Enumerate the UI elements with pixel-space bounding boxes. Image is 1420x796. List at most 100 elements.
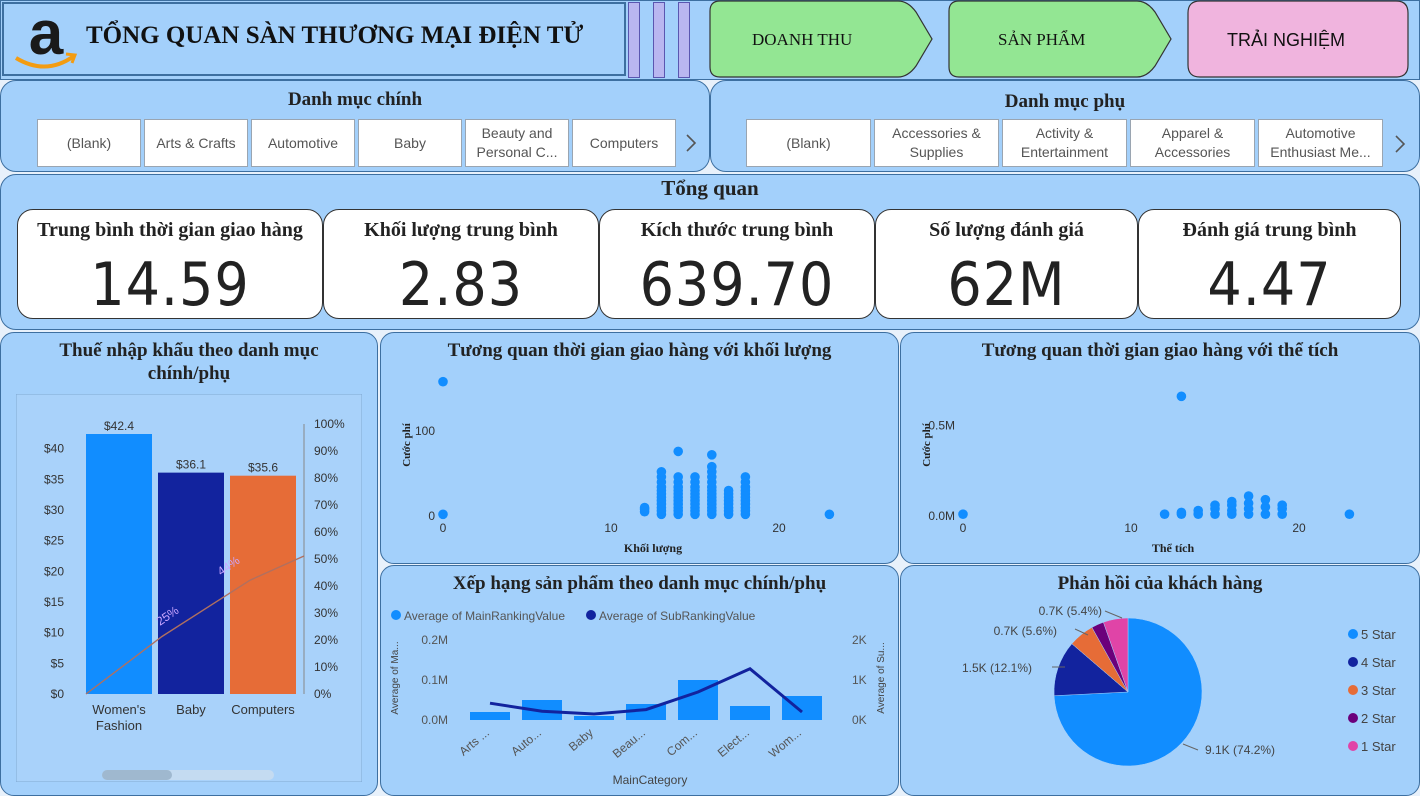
- kpi-label: Kích thước trung bình: [640, 219, 834, 241]
- slicer-item[interactable]: Baby: [358, 119, 462, 167]
- slicer-item[interactable]: Computers: [572, 119, 676, 167]
- legend-marker: [1348, 741, 1358, 751]
- chart-title: Phản hồi của khách hàng: [1057, 573, 1263, 594]
- data-label: $42.4: [104, 419, 134, 433]
- scatter-point: [673, 472, 683, 482]
- y2-tick-label: 20%: [314, 633, 338, 647]
- scatter-weight-chart: Cước phí 0 100 0 10 20 Khối lượng: [401, 376, 835, 555]
- x-axis-title: MainCategory: [613, 773, 688, 787]
- y-tick-label: $5: [51, 656, 65, 670]
- kpi-card-review-count: Số lượng đánh giá 62M: [875, 209, 1138, 320]
- slicer-item[interactable]: (Blank): [37, 119, 141, 167]
- y2-tick-label: 70%: [314, 498, 338, 512]
- overview-title: Tổng quan: [661, 176, 759, 200]
- slicer-item[interactable]: Accessories & Supplies: [874, 119, 999, 167]
- y2-tick-label: 2K: [852, 633, 867, 647]
- slicer-item[interactable]: Beauty and Personal C...: [465, 119, 569, 167]
- scatter-point: [1159, 509, 1170, 519]
- chart-title: Thuế nhập khẩu theo danh mục chính/phụ: [59, 340, 319, 384]
- scatter-point: [1193, 505, 1203, 516]
- x-tick-label: Baby: [566, 726, 596, 754]
- scatter-point: [1277, 500, 1287, 510]
- x-tick-label: Women's: [92, 702, 146, 717]
- slicer-item[interactable]: Automotive Enthusiast Me...: [1258, 119, 1383, 167]
- scatter-point: [707, 450, 717, 460]
- y-tick-label: 0: [428, 509, 435, 523]
- y-axis-title: Average of Ma...: [390, 641, 401, 714]
- slicer-item[interactable]: Apparel & Accessories: [1130, 119, 1255, 167]
- y-tick-label: $35: [44, 472, 64, 486]
- slicer-item[interactable]: (Blank): [746, 119, 871, 167]
- legend-marker: [1348, 685, 1358, 695]
- legend-label: 3 Star: [1361, 683, 1396, 698]
- kpi-value: 2.83: [398, 250, 524, 320]
- legend-marker: [1348, 657, 1358, 667]
- y-tick-label: $10: [44, 626, 64, 640]
- chevron-right-icon[interactable]: [684, 133, 698, 153]
- y2-tick-label: 50%: [314, 552, 338, 566]
- x-tick-label: 20: [1292, 521, 1306, 535]
- scatter-point: [958, 509, 968, 519]
- bar: [86, 434, 152, 694]
- slicer-title: Danh mục chính: [287, 89, 423, 110]
- nav-doanh-thu-label: DOANH THU: [752, 30, 853, 49]
- bar: [730, 706, 770, 720]
- legend-label: Average of MainRankingValue: [404, 609, 565, 623]
- legend-marker: [586, 610, 596, 620]
- x-tick-label: Beau...: [610, 726, 648, 761]
- y-tick-label: $0: [51, 687, 65, 701]
- kpi-label: Khối lượng trung bình: [364, 219, 558, 241]
- bar: [470, 712, 510, 720]
- y-tick-label: $20: [44, 564, 64, 578]
- ranking-chart: Average of MainRankingValue Average of Su…: [390, 609, 887, 787]
- scatter-point: [1176, 507, 1187, 518]
- scatter-point: [1210, 500, 1220, 510]
- legend-label: 4 Star: [1361, 655, 1396, 670]
- scatter-point: [723, 485, 734, 496]
- legend-marker: [391, 610, 401, 620]
- y2-tick-label: 30%: [314, 606, 338, 620]
- x-tick-label: Com...: [664, 726, 700, 759]
- data-label: 0.7K (5.4%): [1039, 604, 1102, 618]
- kpi-label: Trung bình thời gian giao hàng: [37, 219, 303, 241]
- chart-title: Tương quan thời gian giao hàng với khối …: [447, 340, 832, 361]
- legend-marker: [1348, 629, 1358, 639]
- y2-tick-label: 0%: [314, 687, 332, 701]
- scatter-point: [656, 467, 667, 477]
- y2-axis-title: Average of Su...: [876, 642, 887, 714]
- data-label: $35.6: [248, 461, 278, 475]
- x-axis-title: Thể tích: [1152, 541, 1195, 555]
- data-label: 9.1K (74.2%): [1205, 743, 1275, 757]
- kpi-card-avg-rating: Đánh giá trung bình 4.47: [1138, 209, 1401, 320]
- slicer-item[interactable]: Automotive: [251, 119, 355, 167]
- x-axis-title: Khối lượng: [624, 541, 682, 555]
- y2-tick-label: 80%: [314, 471, 338, 485]
- kpi-card-weight: Khối lượng trung bình 2.83: [323, 209, 599, 320]
- nav-san-pham-label: SẢN PHẨM: [998, 30, 1086, 49]
- nav-trai-nghiem-label: TRẢI NGHIỆM: [1227, 30, 1346, 50]
- header-divider: [628, 2, 640, 78]
- scatter-point: [639, 502, 650, 513]
- leader-line: [1182, 743, 1199, 751]
- scatter-volume-chart: Cước phí0.0M0.5M0 10 20Thể tích: [921, 391, 1355, 555]
- kpi-value: 639.70: [639, 250, 835, 320]
- scatter-point: [690, 472, 700, 482]
- x-tick-label: 10: [604, 521, 618, 535]
- y-tick-label: $15: [44, 595, 64, 609]
- y-tick-label: $40: [44, 442, 64, 456]
- x-tick-label: Arts ...: [456, 726, 492, 759]
- slicer-title: Danh mục phụ: [1004, 91, 1126, 112]
- slicer-item[interactable]: Activity & Entertainment: [1002, 119, 1127, 167]
- x-tick-label: 0: [960, 521, 967, 535]
- y-tick-label: $30: [44, 503, 64, 517]
- slicer-item[interactable]: Arts & Crafts: [144, 119, 248, 167]
- x-tick-label: 20: [772, 521, 786, 535]
- data-label: 0.7K (5.6%): [994, 624, 1057, 638]
- sub-category-slicer: Danh mục phụ (Blank) Accessories & Suppl…: [710, 80, 1420, 172]
- chevron-right-icon[interactable]: [1393, 134, 1407, 154]
- y-tick-label: 0.5M: [928, 418, 955, 432]
- leader-line: [1104, 610, 1123, 619]
- chart-title: Tương quan thời gian giao hàng với thể t…: [981, 340, 1339, 361]
- x-tick-label: Auto...: [508, 726, 544, 759]
- legend-marker: [1348, 713, 1358, 723]
